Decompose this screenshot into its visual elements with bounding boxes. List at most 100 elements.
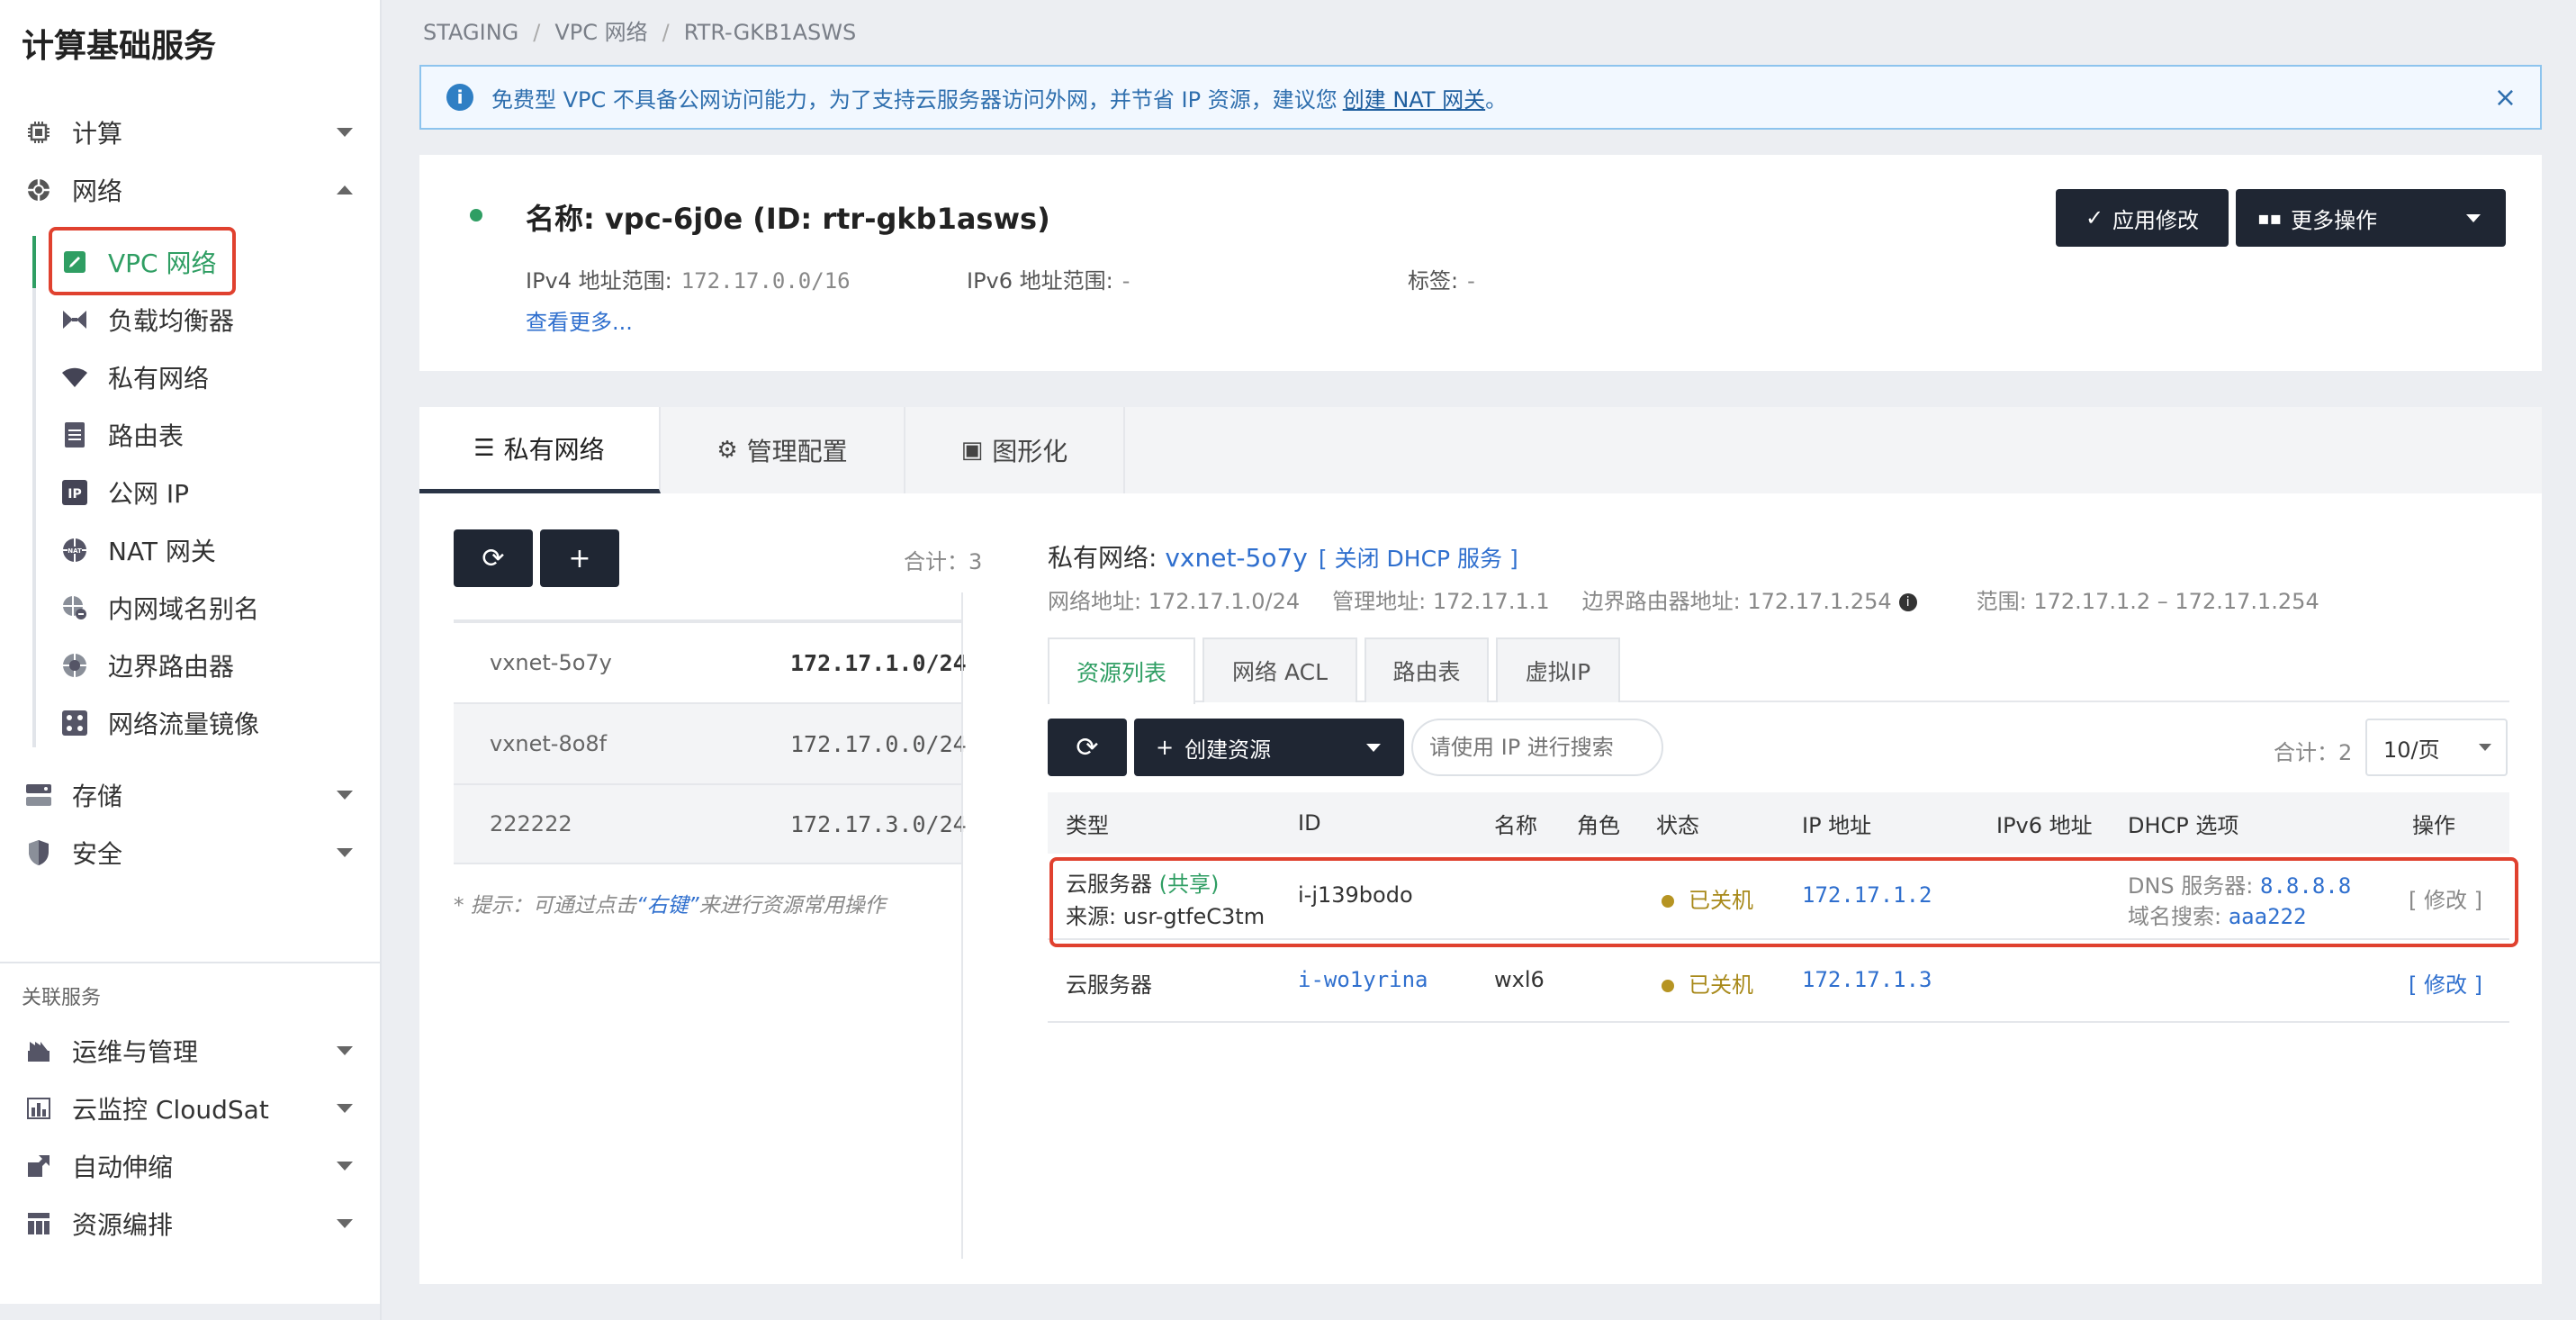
ops-icon bbox=[25, 1037, 52, 1064]
breadcrumb-item[interactable]: VPC 网络 bbox=[554, 20, 647, 45]
chevron-down-icon bbox=[2479, 744, 2491, 751]
network-title: 私有网络: vxnet-5o7y [ 关闭 DHCP 服务 ] bbox=[1048, 538, 1518, 574]
sidebar-group-storage[interactable]: 存储 bbox=[0, 769, 382, 821]
highlight-box-shared-row bbox=[1049, 857, 2518, 947]
add-network-button[interactable]: + bbox=[540, 529, 619, 587]
column-header: ID bbox=[1298, 810, 1321, 836]
list-icon: ☰ bbox=[473, 434, 495, 462]
view-more-link[interactable]: 查看更多... bbox=[526, 304, 633, 336]
disable-dhcp-link[interactable]: [ 关闭 DHCP 服务 ] bbox=[1319, 546, 1518, 572]
hint-prefix: * 提示：可通过点击 bbox=[454, 894, 636, 918]
apply-changes-button[interactable]: ✓ 应用修改 bbox=[2056, 189, 2229, 247]
network-count: 合计：3 bbox=[904, 549, 983, 574]
network-cidr: 172.17.0.0/24 bbox=[790, 730, 967, 757]
storage-icon bbox=[25, 782, 52, 809]
ip-search-input[interactable] bbox=[1411, 719, 1663, 776]
close-icon[interactable]: × bbox=[2494, 82, 2517, 113]
sidebar-group-label: 自动伸缩 bbox=[72, 1153, 174, 1182]
sidebar-active-indicator bbox=[32, 236, 36, 288]
chevron-down-icon bbox=[2466, 213, 2481, 222]
column-header: IP 地址 bbox=[1802, 812, 1872, 838]
network-row[interactable]: 222222 172.17.3.0/24 bbox=[454, 783, 967, 864]
info-icon[interactable]: i bbox=[1898, 593, 1917, 611]
status-dot bbox=[470, 209, 482, 222]
tab-label: 图形化 bbox=[992, 437, 1068, 466]
sidebar-item-label: 公网 IP bbox=[108, 479, 190, 509]
subtab-resource-list[interactable]: 资源列表 bbox=[1048, 637, 1195, 704]
sidebar-group-security[interactable]: 安全 bbox=[0, 827, 382, 879]
page-size-select[interactable]: 10/页 bbox=[2365, 719, 2508, 776]
mirror-icon bbox=[61, 710, 88, 737]
network-title-label: 私有网络: bbox=[1048, 543, 1157, 573]
table-row[interactable]: 云服务器 i-wo1yrina wxl6 已关机 172.17.1.3 [ 修改… bbox=[1048, 940, 2509, 1023]
sidebar-related-monitor[interactable]: 云监控 CloudSat bbox=[0, 1082, 382, 1135]
refresh-button[interactable]: ⟳ bbox=[454, 529, 533, 587]
resource-ip[interactable]: 172.17.1.3 bbox=[1802, 967, 1932, 992]
status-label: 已关机 bbox=[1689, 972, 1753, 998]
ipv4-range: IPv4 地址范围: 172.17.0.0/16 bbox=[526, 263, 851, 294]
create-nat-gateway-link[interactable]: 创建 NAT 网关 bbox=[1343, 87, 1485, 113]
subtab-network-acl[interactable]: 网络 ACL bbox=[1202, 637, 1357, 702]
alert-text: 免费型 VPC 不具备公网访问能力，为了支持云服务器访问外网，并节省 IP 资源… bbox=[491, 82, 1507, 113]
sidebar-related-orchestration[interactable]: 资源编排 bbox=[0, 1198, 382, 1250]
nat-icon: NAT bbox=[61, 537, 88, 564]
vpc-title: 名称: vpc-6j0e (ID: rtr-gkb1asws) bbox=[526, 202, 1050, 236]
sidebar-related-ops[interactable]: 运维与管理 bbox=[0, 1025, 382, 1077]
more-actions-button[interactable]: ▪▪ 更多操作 bbox=[2236, 189, 2506, 247]
ipv4-value: 172.17.0.0/16 bbox=[680, 268, 851, 294]
sidebar-item-dns-alias[interactable]: 内网域名别名 bbox=[54, 582, 360, 634]
tab-management[interactable]: ⚙ 管理配置 bbox=[661, 407, 905, 493]
sidebar-group-network[interactable]: 网络 bbox=[0, 164, 382, 216]
sidebar-footer bbox=[0, 1304, 380, 1320]
sidebar-item-nat-gateway[interactable]: NAT NAT 网关 bbox=[54, 524, 360, 576]
resource-id[interactable]: i-wo1yrina bbox=[1298, 967, 1428, 992]
modify-link[interactable]: [ 修改 ] bbox=[2409, 967, 2482, 999]
network-row[interactable]: vxnet-8o8f 172.17.0.0/24 bbox=[454, 702, 967, 783]
network-cidr: 172.17.3.0/24 bbox=[790, 810, 967, 837]
column-header: DHCP 选项 bbox=[2128, 812, 2239, 838]
create-resource-button[interactable]: + 创建资源 bbox=[1134, 719, 1404, 776]
tab-private-network[interactable]: ☰ 私有网络 bbox=[419, 407, 661, 493]
dns-icon bbox=[61, 594, 88, 621]
chevron-down-icon bbox=[337, 1219, 353, 1228]
apply-changes-label: 应用修改 bbox=[2112, 207, 2200, 233]
sidebar-item-border-router[interactable]: 边界路由器 bbox=[54, 639, 360, 692]
chevron-down-icon bbox=[337, 848, 353, 857]
sidebar-item-load-balancer[interactable]: 负载均衡器 bbox=[54, 294, 360, 346]
highlight-box-vpc bbox=[49, 227, 236, 295]
breadcrumb-item[interactable]: STAGING bbox=[423, 20, 518, 45]
plus-icon: + bbox=[568, 542, 591, 574]
sidebar-related-autoscale[interactable]: 自动伸缩 bbox=[0, 1140, 382, 1192]
ipv6-range: IPv6 地址范围: - bbox=[967, 263, 1130, 294]
sidebar-item-public-ip[interactable]: IP 公网 IP bbox=[54, 466, 360, 519]
network-address: 网络地址: 172.17.1.0/24 bbox=[1048, 589, 1301, 614]
chevron-down-icon bbox=[337, 128, 353, 137]
column-header: 角色 bbox=[1577, 812, 1620, 838]
router-icon bbox=[61, 652, 88, 679]
refresh-resources-button[interactable]: ⟳ bbox=[1048, 719, 1127, 776]
sidebar-item-private-network[interactable]: 私有网络 bbox=[54, 351, 360, 403]
breadcrumb-separator: / bbox=[533, 20, 541, 45]
sidebar-group-compute[interactable]: 计算 bbox=[0, 106, 382, 158]
tag-value: - bbox=[1467, 268, 1475, 294]
sidebar-group-label: 网络 bbox=[72, 176, 123, 206]
tab-graphical[interactable]: ▣ 图形化 bbox=[905, 407, 1125, 493]
load-balancer-icon bbox=[61, 306, 88, 333]
subtab-route-table[interactable]: 路由表 bbox=[1365, 637, 1489, 702]
svg-text:NAT: NAT bbox=[68, 547, 82, 555]
subtab-virtual-ip[interactable]: 虚拟IP bbox=[1496, 637, 1620, 702]
sidebar-item-traffic-mirror[interactable]: 网络流量镜像 bbox=[54, 697, 360, 749]
ipv6-label: IPv6 地址范围: bbox=[967, 268, 1113, 294]
hint-suffix: 来进行资源常用操作 bbox=[698, 894, 886, 918]
shield-icon bbox=[25, 839, 52, 866]
sidebar-divider bbox=[0, 962, 380, 963]
ipv6-value: - bbox=[1121, 268, 1130, 294]
ip-range: 范围: 172.17.1.2 – 172.17.1.254 bbox=[1976, 589, 2319, 614]
network-row[interactable]: vxnet-5o7y 172.17.1.0/24 bbox=[454, 621, 967, 702]
sidebar-item-route-table[interactable]: 路由表 bbox=[54, 409, 360, 461]
sidebar-item-label: NAT 网关 bbox=[108, 537, 216, 566]
network-icon bbox=[25, 176, 52, 203]
vpc-info-card: 名称: vpc-6j0e (ID: rtr-gkb1asws) IPv4 地址范… bbox=[419, 155, 2542, 371]
orchestration-icon bbox=[25, 1210, 52, 1237]
network-title-link[interactable]: vxnet-5o7y bbox=[1165, 543, 1308, 573]
